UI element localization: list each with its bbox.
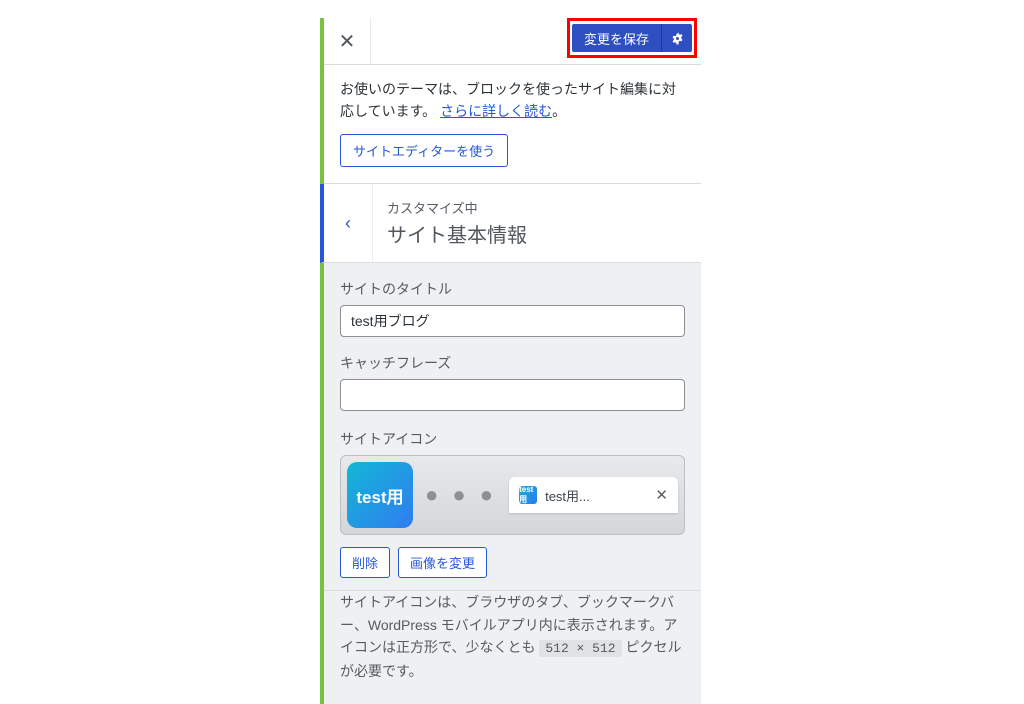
tagline-label: キャッチフレーズ — [340, 353, 685, 373]
site-icon-tile: test用 — [347, 462, 413, 528]
settings-button[interactable] — [662, 24, 692, 52]
site-icon-tile-text: test用 — [356, 483, 403, 508]
tagline-input[interactable] — [340, 379, 685, 411]
section-title: サイト基本情報 — [387, 219, 527, 248]
close-button[interactable]: ✕ — [324, 18, 371, 64]
preview-dots: ● ● ● — [425, 484, 497, 506]
tab-label: test用... — [545, 486, 647, 505]
tab-close-icon: ✕ — [655, 486, 668, 504]
site-icon-preview: test用 ● ● ● test用 test用... ✕ — [340, 455, 685, 535]
site-icon-help: サイトアイコンは、ブラウザのタブ、ブックマークバー、WordPress モバイル… — [324, 591, 701, 704]
icon-button-row: 削除 画像を変更 — [340, 547, 685, 578]
help-size: 512 × 512 — [539, 640, 621, 657]
customizer-panel: ✕ 変更を保存 お使いのテーマは、ブロックを使ったサイト編集に対応しています。 … — [320, 18, 701, 704]
notice-text-b: 。 — [552, 103, 566, 119]
section-supertitle: カスタマイズ中 — [387, 198, 527, 217]
save-highlight: 変更を保存 — [567, 18, 697, 58]
back-button[interactable]: ‹ — [324, 184, 373, 262]
change-image-button[interactable]: 画像を変更 — [398, 547, 487, 578]
site-icon-label: サイトアイコン — [340, 429, 685, 449]
block-theme-notice: お使いのテーマは、ブロックを使ったサイト編集に対応しています。 さらに詳しく読む… — [324, 65, 701, 184]
remove-icon-button[interactable]: 削除 — [340, 547, 390, 578]
topbar: ✕ 変更を保存 — [324, 18, 701, 65]
close-icon: ✕ — [339, 29, 356, 54]
favicon-icon: test用 — [519, 486, 537, 504]
save-button-label: 変更を保存 — [584, 29, 649, 48]
form-body: サイトのタイトル キャッチフレーズ サイトアイコン test用 ● ● ● te… — [324, 263, 701, 591]
topbar-spacer — [371, 18, 567, 64]
site-editor-button[interactable]: サイトエディターを使う — [340, 134, 508, 167]
notice-learn-more-link[interactable]: さらに詳しく読む — [440, 103, 552, 119]
favicon-text: test用 — [519, 485, 537, 505]
site-title-label: サイトのタイトル — [340, 279, 685, 299]
save-button[interactable]: 変更を保存 — [572, 24, 662, 52]
section-header: ‹ カスタマイズ中 サイト基本情報 — [320, 184, 701, 263]
section-titles: カスタマイズ中 サイト基本情報 — [373, 184, 539, 262]
gear-icon — [670, 31, 685, 46]
site-title-input[interactable] — [340, 305, 685, 337]
chevron-left-icon: ‹ — [345, 213, 351, 234]
browser-tab-preview: test用 test用... ✕ — [509, 477, 678, 513]
